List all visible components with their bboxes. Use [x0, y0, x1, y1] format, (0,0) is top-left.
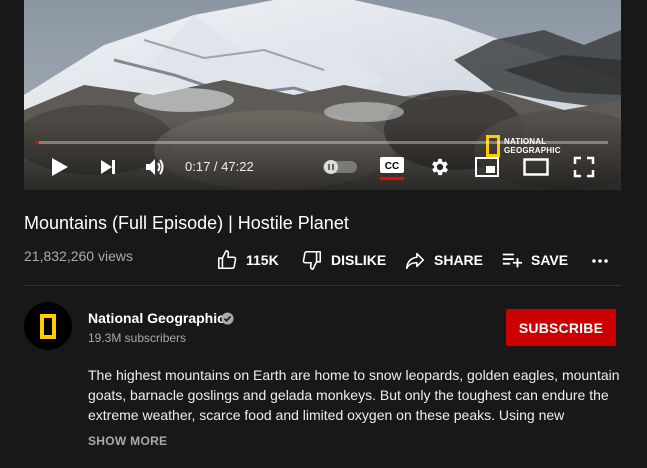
gear-icon — [432, 158, 448, 176]
channel-name[interactable]: National Geographic — [88, 310, 225, 326]
captions-button[interactable]: CC — [378, 154, 406, 180]
show-more-button[interactable]: SHOW MORE — [88, 434, 167, 448]
theater-icon — [523, 158, 549, 176]
video-title: Mountains (Full Episode) | Hostile Plane… — [24, 213, 349, 233]
playlist-add-icon — [502, 253, 523, 268]
progress-played — [36, 141, 40, 144]
verified-check-icon — [221, 312, 234, 325]
share-button[interactable]: SHARE — [404, 248, 483, 272]
settings-button[interactable] — [428, 154, 452, 180]
svg-text:CC: CC — [385, 161, 399, 172]
next-button[interactable] — [96, 154, 120, 180]
fullscreen-button[interactable] — [571, 154, 597, 180]
save-label: SAVE — [531, 252, 569, 268]
share-label: SHARE — [434, 252, 484, 268]
play-icon — [52, 158, 68, 176]
section-divider — [24, 285, 621, 286]
save-button[interactable]: SAVE — [501, 248, 568, 272]
nat-geo-logo-icon — [40, 313, 56, 339]
more-actions-button[interactable] — [590, 248, 610, 272]
mute-button[interactable] — [142, 154, 168, 180]
like-button[interactable]: 115K — [216, 248, 279, 272]
progress-bar[interactable] — [36, 141, 608, 144]
miniplayer-icon — [475, 157, 499, 177]
miniplayer-button[interactable] — [474, 154, 500, 180]
video-description: The highest mountains on Earth are home … — [88, 367, 620, 423]
like-count: 115K — [246, 252, 279, 268]
player-controls: 0:17 / 47:22 CC — [24, 148, 621, 186]
captions-icon: CC — [380, 157, 404, 180]
dislike-button[interactable]: DISLIKE — [301, 248, 386, 272]
thumbs-down-icon — [302, 250, 322, 270]
view-count: 21,832,260 views — [24, 248, 133, 264]
autoplay-toggle[interactable] — [322, 154, 358, 180]
subscribe-button[interactable]: SUBSCRIBE — [506, 309, 616, 346]
video-player[interactable]: NATIONAL GEOGRAPHIC 0:17 / 47:22 CC — [24, 0, 621, 190]
next-icon — [101, 160, 115, 174]
time-display: 0:17 / 47:22 — [185, 159, 254, 174]
share-icon — [405, 252, 425, 270]
fullscreen-icon — [573, 156, 595, 178]
dislike-label: DISLIKE — [331, 252, 387, 268]
play-button[interactable] — [48, 154, 72, 180]
channel-avatar[interactable] — [24, 302, 72, 350]
theater-mode-button[interactable] — [522, 154, 550, 180]
more-horizontal-icon — [592, 259, 608, 263]
autoplay-toggle-icon — [323, 160, 357, 174]
subscriber-count: 19.3M subscribers — [88, 331, 187, 345]
thumbs-up-icon — [217, 250, 237, 270]
volume-icon — [146, 159, 164, 175]
